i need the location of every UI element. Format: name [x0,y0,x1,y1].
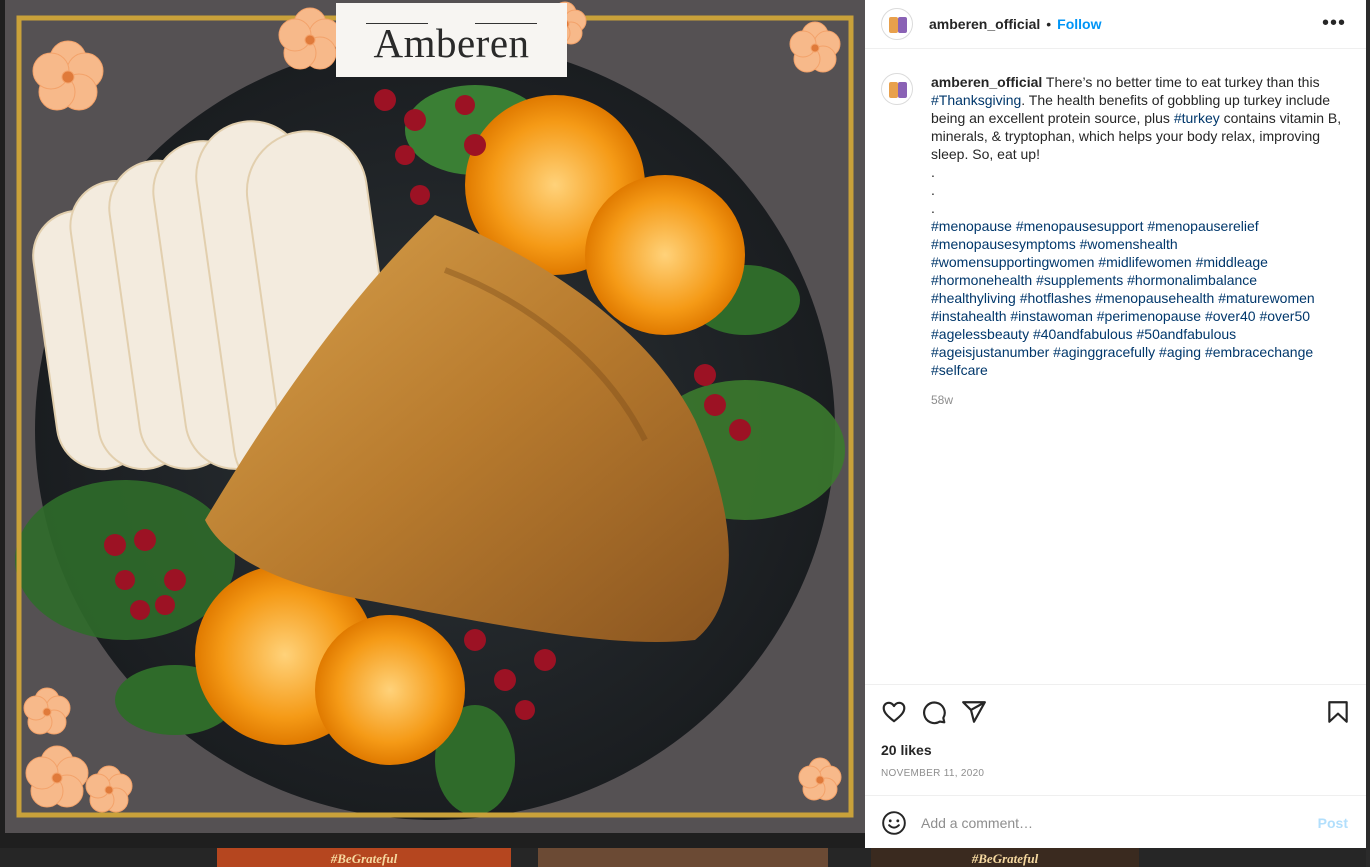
more-options-icon[interactable]: ••• [1322,12,1346,35]
hashtag-link[interactable]: #Thanksgiving [931,92,1021,108]
comment-bar: Post [865,795,1366,848]
share-icon[interactable] [961,699,987,725]
thumbnail-text: #BeGrateful [971,851,1039,866]
caption: amberen_official There’s no better time … [881,73,1356,409]
comment-input[interactable] [921,812,1291,834]
caption-dot: . [931,164,935,180]
follow-button[interactable]: Follow [1057,16,1101,32]
hashtag-line[interactable]: #agelessbeauty #40andfabulous #50andfabu… [931,325,1351,343]
emoji-icon[interactable] [881,810,907,836]
feed-thumbnail[interactable]: #BeGrateful [871,848,1139,867]
avatar[interactable] [881,73,913,105]
thumbnail-text: #BeGrateful [330,851,398,866]
avatar[interactable] [881,8,913,40]
action-icons [881,699,1351,725]
caption-username[interactable]: amberen_official [931,74,1042,90]
caption-dot: . [931,182,935,198]
post-details-panel: amberen_official • Follow ••• amberen_of… [865,0,1366,848]
hashtag-line[interactable]: #selfcare [931,361,1351,379]
logo-line-left [366,23,428,24]
hashtag-line[interactable]: #hormonehealth #supplements #hormonalimb… [931,271,1351,289]
logo-text: Amberen [373,20,530,66]
instagram-post-modal: #BeGrateful #BeGrateful Amberen amberen_… [0,0,1370,867]
caption-body: amberen_official There’s no better time … [931,73,1351,409]
likes-count[interactable]: 20 likes [881,742,932,758]
brand-logo: Amberen [336,3,567,77]
hashtag-line[interactable]: #instahealth #instawoman #perimenopause … [931,307,1351,325]
username-link[interactable]: amberen_official [929,16,1040,32]
heart-icon[interactable] [881,699,907,725]
hashtag-line[interactable]: #womensupportingwomen #midlifewomen #mid… [931,253,1351,271]
post-image[interactable]: Amberen [5,0,865,833]
caption-dot: . [931,200,935,216]
feed-thumbnail[interactable]: #BeGrateful [217,848,511,867]
comment-icon[interactable] [921,699,947,725]
post-header: amberen_official • Follow ••• [865,0,1366,49]
hashtag-line[interactable]: #ageisjustanumber #aginggracefully #agin… [931,343,1351,361]
hashtag-link[interactable]: #turkey [1174,110,1220,126]
post-date: NOVEMBER 11, 2020 [881,768,985,779]
feed-thumbnail[interactable] [538,848,828,867]
post-comment-button[interactable]: Post [1318,815,1348,831]
hashtag-line[interactable]: #menopause #menopausesupport #menopauser… [931,217,1351,235]
post-actions: 20 likes NOVEMBER 11, 2020 [865,684,1366,795]
caption-text-part: There’s no better time to eat turkey tha… [1042,74,1320,90]
turkey-plate-illustration [5,0,865,833]
hashtag-line[interactable]: #healthyliving #hotflashes #menopausehea… [931,289,1351,307]
separator-dot: • [1046,16,1052,32]
post-time-ago[interactable]: 58w [931,391,1351,409]
bookmark-icon[interactable] [1325,699,1351,725]
logo-line-right [475,23,537,24]
scrollbar-track [1366,0,1370,867]
hashtag-line[interactable]: #menopausesymptoms #womenshealth [931,235,1351,253]
caption-text: amberen_official There’s no better time … [931,73,1351,163]
